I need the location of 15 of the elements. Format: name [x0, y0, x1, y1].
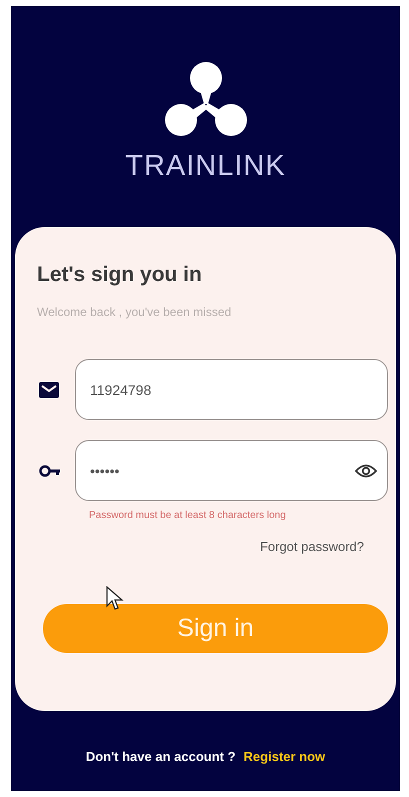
forgot-password-link[interactable]: Forgot password?	[260, 539, 364, 554]
mail-icon	[39, 382, 59, 398]
key-icon	[39, 464, 61, 476]
footer-text: Don't have an account ?	[86, 749, 236, 764]
card-subtitle: Welcome back , you've been missed	[37, 305, 232, 319]
eye-icon[interactable]	[355, 464, 377, 478]
card-title: Let's sign you in	[37, 263, 203, 287]
register-link[interactable]: Register now	[244, 749, 326, 764]
password-field[interactable]: ••••••	[75, 440, 388, 501]
cursor-icon	[106, 586, 124, 612]
field-value: ••••••	[90, 462, 120, 478]
error-message: Password must be at least 8 characters long	[89, 510, 287, 521]
brand-name: TRAINLINK	[125, 150, 286, 183]
field-value: 11924798	[90, 382, 152, 398]
email-field[interactable]: 11924798	[75, 359, 388, 420]
